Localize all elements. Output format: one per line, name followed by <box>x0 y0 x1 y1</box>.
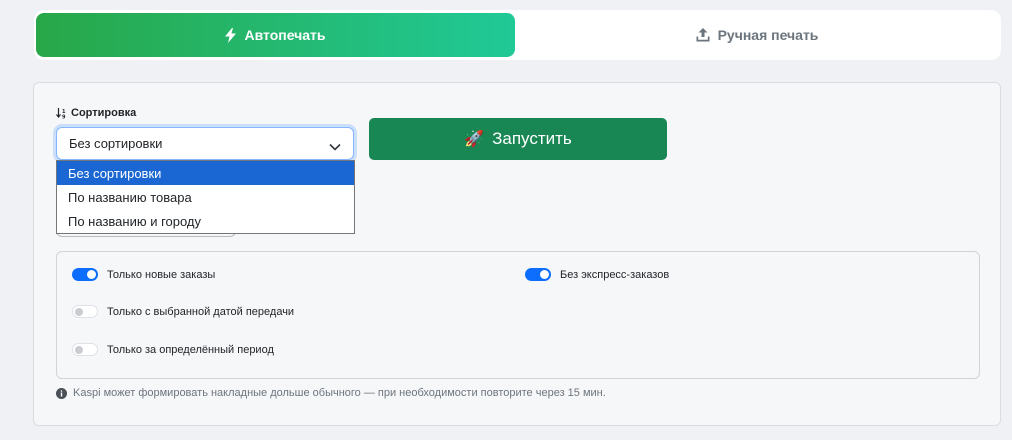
info-icon <box>56 387 67 399</box>
tab-manual-print-label: Ручная печать <box>717 27 819 43</box>
filter-selected-date: Только с выбранной датой передачи <box>72 305 294 318</box>
tab-auto-print-label: Автопечать <box>244 27 326 43</box>
run-button[interactable]: 🚀 Запустить <box>369 118 667 160</box>
print-mode-tabs: Автопечать Ручная печать <box>34 10 1001 60</box>
filter-options: Только новые заказы Без экспресс-заказов… <box>56 251 980 379</box>
auto-print-panel: 19 Сортировка Без сортировки Без сортиро… <box>33 82 1001 426</box>
toggle-switch[interactable] <box>72 305 98 318</box>
filter-period: Только за определённый период <box>72 343 274 356</box>
toggle-switch[interactable] <box>72 343 98 356</box>
filter-label: Только за определённый период <box>107 343 274 356</box>
chevron-down-icon <box>329 139 341 154</box>
filter-label: Только новые заказы <box>107 268 216 281</box>
tab-manual-print[interactable]: Ручная печать <box>515 13 999 57</box>
toggle-switch[interactable] <box>525 268 551 281</box>
lightning-icon <box>225 27 237 43</box>
filter-label: Без экспресс-заказов <box>560 268 670 281</box>
sort-option[interactable]: Без сортировки <box>57 161 354 185</box>
rocket-icon: 🚀 <box>464 131 485 148</box>
toggle-switch[interactable] <box>72 268 98 281</box>
filter-new-orders: Только новые заказы <box>72 268 215 281</box>
sort-option[interactable]: По названию и городу <box>57 209 354 233</box>
tab-auto-print[interactable]: Автопечать <box>36 13 515 57</box>
sort-icon: 19 <box>56 107 68 119</box>
sort-label-text: Сортировка <box>71 107 137 119</box>
run-button-label: Запустить <box>492 129 572 148</box>
sort-select-value: Без сортировки <box>69 136 163 151</box>
filter-no-express: Без экспресс-заказов <box>525 268 669 281</box>
upload-icon <box>696 28 710 42</box>
svg-text:9: 9 <box>62 114 66 119</box>
info-note: Kaspi может формировать накладные дольше… <box>56 387 606 399</box>
filter-label: Только с выбранной датой передачи <box>107 305 295 318</box>
info-note-text: Kaspi может формировать накладные дольше… <box>73 387 606 399</box>
sort-label: 19 Сортировка <box>56 107 136 119</box>
sort-dropdown: Без сортировки По названию товара По наз… <box>56 160 355 234</box>
sort-select[interactable]: Без сортировки <box>56 127 354 160</box>
sort-option[interactable]: По названию товара <box>57 185 354 209</box>
